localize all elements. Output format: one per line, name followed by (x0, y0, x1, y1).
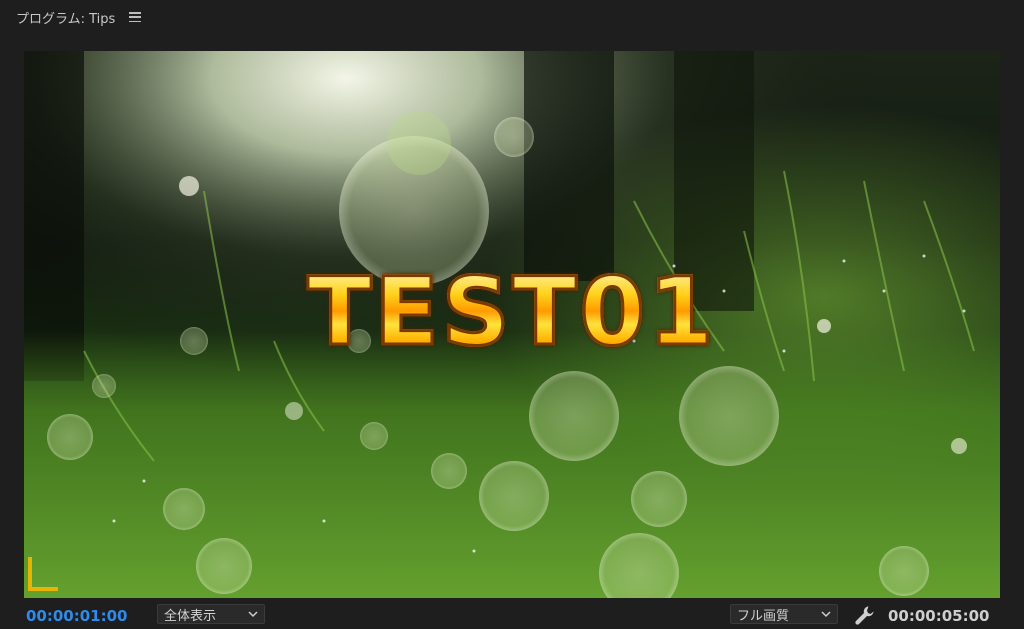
safe-margin-corner-marker (28, 557, 58, 591)
program-monitor-panel: プログラム: Tips TEST01 00:00:01:00 全体表示 フル画質… (0, 0, 1024, 629)
playhead-timecode[interactable]: 00:00:01:00 (26, 607, 128, 625)
chevron-down-icon (248, 611, 258, 618)
monitor-footer: 00:00:01:00 全体表示 フル画質 00:00:05:00 (0, 601, 1024, 629)
panel-title[interactable]: プログラム: Tips (16, 8, 115, 27)
playback-resolution-value: フル画質 (737, 608, 790, 624)
chevron-down-icon (821, 611, 831, 618)
hamburger-menu-icon[interactable] (129, 12, 142, 22)
zoom-level-value: 全体表示 (164, 608, 217, 624)
sequence-duration-timecode: 00:00:05:00 (888, 607, 990, 625)
panel-header: プログラム: Tips (0, 0, 1024, 34)
wrench-icon[interactable] (853, 604, 875, 626)
overlay-title-text[interactable]: TEST01 (24, 264, 1000, 361)
playback-resolution-select[interactable]: フル画質 (730, 604, 838, 624)
program-viewer[interactable]: TEST01 (24, 51, 1000, 598)
zoom-level-select[interactable]: 全体表示 (157, 604, 265, 624)
